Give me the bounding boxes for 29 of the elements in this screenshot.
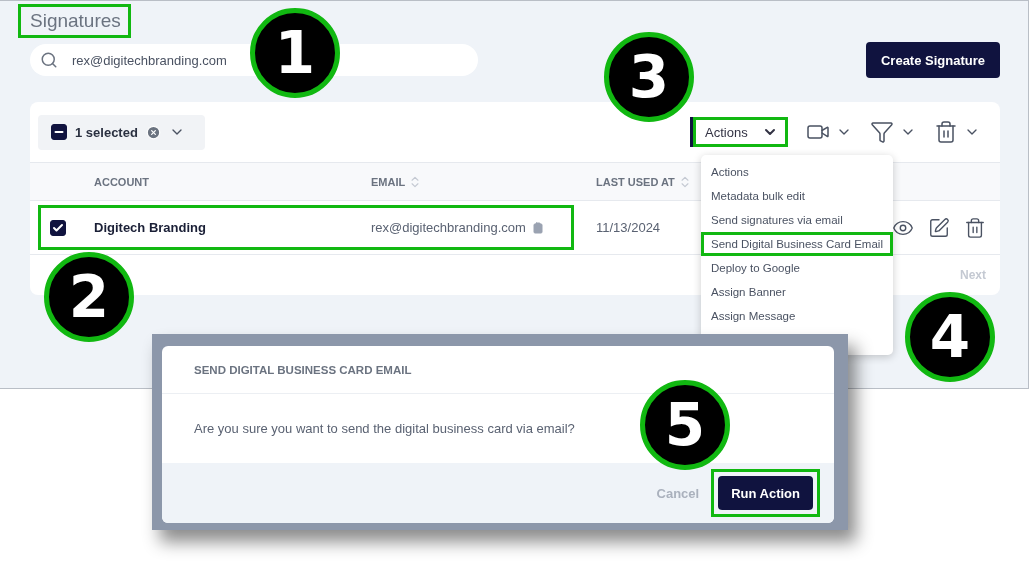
clear-icon[interactable] — [145, 124, 161, 140]
check-icon — [52, 221, 64, 234]
edit-icon[interactable] — [928, 216, 950, 239]
table-cell: rex@digitechbranding.com — [371, 220, 544, 235]
menu-item[interactable]: Assign Banner — [701, 280, 893, 304]
menu-item[interactable]: Send Digital Business Card Email — [701, 232, 893, 256]
run-action-button[interactable]: Run Action — [718, 476, 813, 510]
menu-item[interactable]: Metadata bulk edit — [701, 184, 893, 208]
row-checkbox[interactable] — [50, 219, 66, 236]
menu-item[interactable]: Assign Message — [701, 304, 893, 328]
menu-item[interactable]: Actions — [701, 160, 893, 184]
selection-chip[interactable]: 1 selected — [38, 114, 205, 150]
dialog-title: SEND DIGITAL BUSINESS CARD EMAIL — [194, 363, 412, 376]
table-cell: Digitech Branding — [94, 220, 206, 235]
actions-dropdown[interactable]: Actions — [690, 117, 788, 147]
menu-item[interactable]: Send signatures via email — [701, 208, 893, 232]
create-signature-button[interactable]: Create Signature — [865, 42, 1000, 78]
trash-icon[interactable] — [964, 216, 986, 239]
page-title: Signatures — [18, 4, 131, 38]
selection-count: 1 selected — [75, 124, 138, 140]
select-all-checkbox[interactable] — [51, 124, 67, 140]
menu-item[interactable]: Deploy to Google — [701, 256, 893, 280]
dialog-message: Are you sure you want to send the digital business card via email? — [194, 421, 575, 436]
clipboard-icon[interactable] — [531, 221, 544, 234]
column-header[interactable]: LAST USED AT — [596, 174, 692, 189]
column-header[interactable]: EMAIL — [371, 174, 423, 189]
column-header[interactable]: ACCOUNT — [94, 175, 149, 188]
table-cell: 11/13/2024 — [596, 220, 661, 235]
search-icon — [40, 51, 58, 69]
